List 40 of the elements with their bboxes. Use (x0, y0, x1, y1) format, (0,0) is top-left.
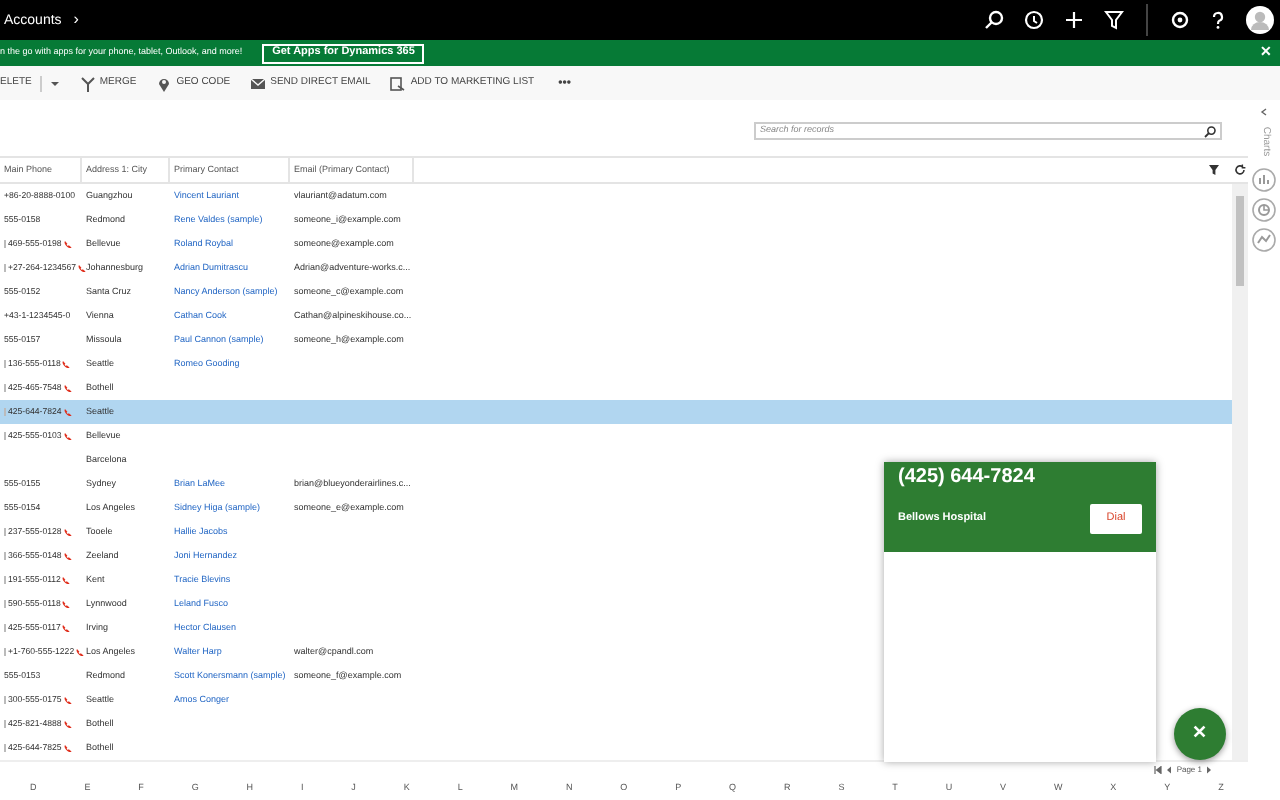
phone-icon[interactable] (63, 527, 72, 536)
plus-icon[interactable] (1064, 10, 1084, 30)
mail-icon (250, 75, 267, 91)
scrollbar-thumb[interactable] (1236, 196, 1244, 286)
previous-page-icon[interactable] (1166, 766, 1173, 774)
phone-icon[interactable] (63, 719, 72, 728)
phone-icon[interactable] (62, 599, 71, 608)
line-chart-icon[interactable] (1252, 228, 1276, 252)
phone-icon[interactable] (63, 743, 72, 752)
caret-icon[interactable] (49, 79, 60, 87)
chevron-icon[interactable]: › (73, 12, 79, 28)
phone-icon[interactable] (63, 239, 72, 248)
list-icon (390, 75, 407, 91)
phone-number: (425) 644-7824 (898, 468, 1037, 488)
phone-icon[interactable] (78, 263, 87, 272)
merge-icon (79, 75, 96, 91)
phone-icon[interactable] (63, 407, 72, 416)
first-page-icon[interactable] (1154, 766, 1163, 774)
phone-icon[interactable] (63, 431, 72, 440)
phone-icon[interactable] (62, 623, 71, 632)
next-page-icon[interactable] (1206, 766, 1212, 774)
pie-chart-icon[interactable] (1252, 198, 1276, 222)
phone-icon[interactable] (62, 359, 71, 368)
chevron-icon[interactable] (1260, 108, 1268, 116)
settings-icon[interactable] (1170, 10, 1190, 30)
scrollbar[interactable] (1232, 184, 1248, 760)
help-icon[interactable] (1208, 10, 1228, 30)
phone-icon[interactable] (76, 647, 85, 656)
filter-icon[interactable] (1208, 164, 1220, 176)
pin-icon (156, 75, 173, 91)
filter-icon[interactable] (1104, 10, 1124, 30)
search-icon[interactable] (1204, 125, 1216, 137)
search-icon[interactable] (984, 10, 1004, 30)
phone-icon[interactable] (63, 551, 72, 560)
phone-icon[interactable] (63, 695, 72, 704)
refresh-icon[interactable] (1234, 164, 1246, 176)
avatar-icon[interactable] (1246, 6, 1274, 34)
phone-icon[interactable] (62, 575, 71, 584)
history-icon[interactable] (1024, 10, 1044, 30)
phone-icon[interactable] (63, 383, 72, 392)
